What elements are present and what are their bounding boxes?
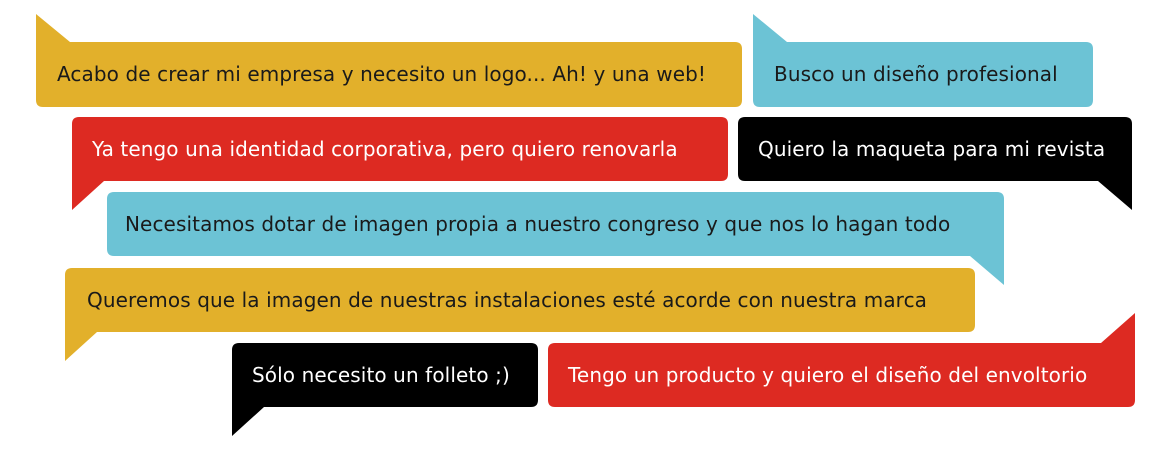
speech-bubble-shape — [548, 313, 1135, 407]
bubble-text: Ya tengo una identidad corporativa, pero… — [92, 137, 678, 161]
bubble-text: Necesitamos dotar de imagen propia a nue… — [125, 212, 951, 236]
bubble-text: Tengo un producto y quiero el diseño del… — [568, 363, 1088, 387]
speech-bubble-logo-web: Acabo de crear mi empresa y necesito un … — [36, 14, 742, 107]
bubble-text: Busco un diseño profesional — [774, 62, 1058, 86]
speech-bubble-shape — [753, 14, 1093, 107]
bubble-text: Queremos que la imagen de nuestras insta… — [87, 288, 928, 312]
speech-bubble-folleto: Sólo necesito un folleto ;) — [232, 343, 538, 436]
speech-bubble-shape — [232, 343, 538, 436]
bubble-text: Sólo necesito un folleto ;) — [252, 363, 510, 387]
speech-bubble-shape — [36, 14, 742, 107]
bubble-text: Quiero la maqueta para mi revista — [758, 137, 1106, 161]
speech-bubble-envoltorio: Tengo un producto y quiero el diseño del… — [548, 313, 1135, 407]
speech-bubble-diseno-profesional: Busco un diseño profesional — [753, 14, 1093, 107]
bubble-text: Acabo de crear mi empresa y necesito un … — [57, 62, 707, 86]
